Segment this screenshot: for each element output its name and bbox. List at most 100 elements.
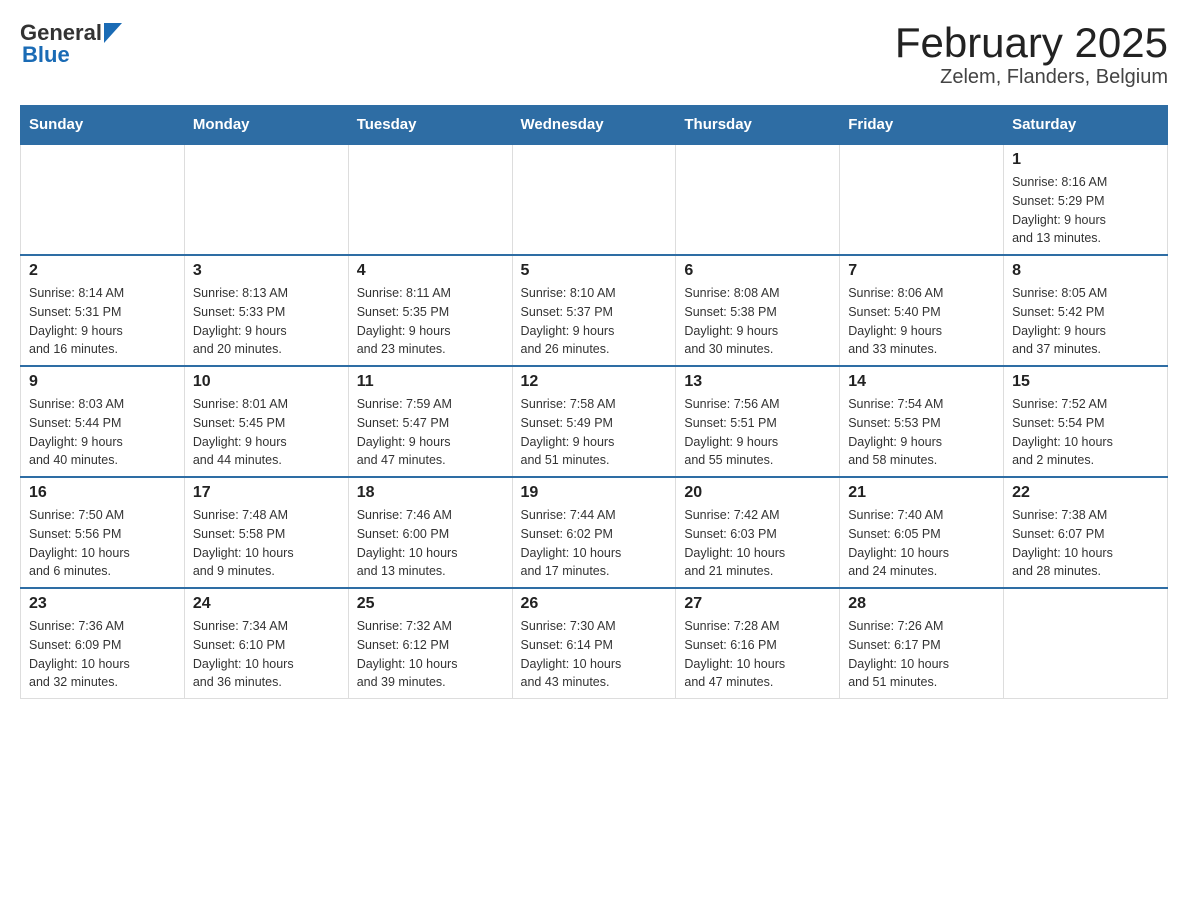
logo: General Blue <box>20 20 122 68</box>
calendar-header-tuesday: Tuesday <box>348 106 512 145</box>
calendar-day-cell: 24Sunrise: 7:34 AM Sunset: 6:10 PM Dayli… <box>184 588 348 699</box>
day-number: 1 <box>1012 151 1159 169</box>
day-number: 27 <box>684 595 831 613</box>
logo-blue-text: Blue <box>22 42 70 68</box>
day-info: Sunrise: 7:28 AM Sunset: 6:16 PM Dayligh… <box>684 617 831 692</box>
calendar-day-cell: 28 Sunrise: 7:26 AM Sunset: 6:17 PM Dayli… <box>840 588 1004 699</box>
calendar-day-cell: 13 Sunrise: 7:56 AM Sunset: 5:51 PM Dayli… <box>676 366 840 477</box>
calendar-day-cell: 1 Sunrise: 8:16 AM Sunset: 5:29 PM Daylig… <box>1004 144 1168 255</box>
day-number: 22 <box>1012 484 1159 502</box>
calendar-day-cell <box>348 144 512 255</box>
calendar-day-cell: 6 Sunrise: 8:08 AM Sunset: 5:38 PM Daylig… <box>676 255 840 366</box>
day-number: 26 <box>521 595 668 613</box>
calendar-day-cell: 16Sunrise: 7:50 AM Sunset: 5:56 PM Dayli… <box>21 477 185 588</box>
day-number: 7 <box>848 262 995 280</box>
day-number: 9 <box>29 373 176 391</box>
day-number: 13 <box>684 373 831 391</box>
day-info: Sunrise: 7:44 AM Sunset: 6:02 PM Dayligh… <box>521 506 668 581</box>
calendar-day-cell: 11 Sunrise: 7:59 AM Sunset: 5:47 PM Dayli… <box>348 366 512 477</box>
calendar-header-thursday: Thursday <box>676 106 840 145</box>
calendar-day-cell <box>1004 588 1168 699</box>
calendar-day-cell: 17 Sunrise: 7:48 AM Sunset: 5:58 PM Dayli… <box>184 477 348 588</box>
day-info: Sunrise: 8:16 AM Sunset: 5:29 PM Dayligh… <box>1012 173 1159 248</box>
calendar-day-cell: 8 Sunrise: 8:05 AM Sunset: 5:42 PM Daylig… <box>1004 255 1168 366</box>
day-number: 20 <box>684 484 831 502</box>
day-number: 18 <box>357 484 504 502</box>
day-number: 10 <box>193 373 340 391</box>
day-number: 14 <box>848 373 995 391</box>
day-number: 2 <box>29 262 176 280</box>
day-info: Sunrise: 7:50 AM Sunset: 5:56 PM Dayligh… <box>29 506 176 581</box>
day-number: 25 <box>357 595 504 613</box>
calendar-day-cell: 12 Sunrise: 7:58 AM Sunset: 5:49 PM Dayli… <box>512 366 676 477</box>
day-info: Sunrise: 8:08 AM Sunset: 5:38 PM Dayligh… <box>684 284 831 359</box>
calendar-day-cell <box>184 144 348 255</box>
day-number: 6 <box>684 262 831 280</box>
day-number: 4 <box>357 262 504 280</box>
calendar-day-cell: 3Sunrise: 8:13 AM Sunset: 5:33 PM Daylig… <box>184 255 348 366</box>
calendar-day-cell: 2 Sunrise: 8:14 AM Sunset: 5:31 PM Daylig… <box>21 255 185 366</box>
calendar-header-friday: Friday <box>840 106 1004 145</box>
day-number: 17 <box>193 484 340 502</box>
calendar-header-wednesday: Wednesday <box>512 106 676 145</box>
calendar-day-cell: 20 Sunrise: 7:42 AM Sunset: 6:03 PM Dayli… <box>676 477 840 588</box>
page-header: General Blue February 2025 Zelem, Flande… <box>20 20 1168 89</box>
day-info: Sunrise: 7:58 AM Sunset: 5:49 PM Dayligh… <box>521 395 668 470</box>
calendar-day-cell <box>21 144 185 255</box>
day-info: Sunrise: 7:59 AM Sunset: 5:47 PM Dayligh… <box>357 395 504 470</box>
day-number: 8 <box>1012 262 1159 280</box>
calendar-week-row: 16Sunrise: 7:50 AM Sunset: 5:56 PM Dayli… <box>21 477 1168 588</box>
calendar-day-cell <box>840 144 1004 255</box>
day-info: Sunrise: 7:36 AM Sunset: 6:09 PM Dayligh… <box>29 617 176 692</box>
calendar-day-cell: 18 Sunrise: 7:46 AM Sunset: 6:00 PM Dayli… <box>348 477 512 588</box>
day-info: Sunrise: 7:32 AM Sunset: 6:12 PM Dayligh… <box>357 617 504 692</box>
calendar-week-row: 9 Sunrise: 8:03 AM Sunset: 5:44 PM Daylig… <box>21 366 1168 477</box>
page-subtitle: Zelem, Flanders, Belgium <box>895 66 1168 89</box>
calendar-day-cell: 25 Sunrise: 7:32 AM Sunset: 6:12 PM Dayli… <box>348 588 512 699</box>
calendar-day-cell: 22 Sunrise: 7:38 AM Sunset: 6:07 PM Dayli… <box>1004 477 1168 588</box>
day-info: Sunrise: 7:34 AM Sunset: 6:10 PM Dayligh… <box>193 617 340 692</box>
day-info: Sunrise: 7:26 AM Sunset: 6:17 PM Dayligh… <box>848 617 995 692</box>
logo-triangle-icon <box>104 23 122 43</box>
day-info: Sunrise: 7:42 AM Sunset: 6:03 PM Dayligh… <box>684 506 831 581</box>
calendar-day-cell: 7Sunrise: 8:06 AM Sunset: 5:40 PM Daylig… <box>840 255 1004 366</box>
day-info: Sunrise: 7:52 AM Sunset: 5:54 PM Dayligh… <box>1012 395 1159 470</box>
day-info: Sunrise: 8:05 AM Sunset: 5:42 PM Dayligh… <box>1012 284 1159 359</box>
day-info: Sunrise: 8:10 AM Sunset: 5:37 PM Dayligh… <box>521 284 668 359</box>
calendar-day-cell: 27 Sunrise: 7:28 AM Sunset: 6:16 PM Dayli… <box>676 588 840 699</box>
day-number: 15 <box>1012 373 1159 391</box>
calendar-day-cell: 21Sunrise: 7:40 AM Sunset: 6:05 PM Dayli… <box>840 477 1004 588</box>
day-info: Sunrise: 8:14 AM Sunset: 5:31 PM Dayligh… <box>29 284 176 359</box>
calendar-week-row: 23 Sunrise: 7:36 AM Sunset: 6:09 PM Dayli… <box>21 588 1168 699</box>
day-info: Sunrise: 8:01 AM Sunset: 5:45 PM Dayligh… <box>193 395 340 470</box>
calendar-header-sunday: Sunday <box>21 106 185 145</box>
day-info: Sunrise: 7:38 AM Sunset: 6:07 PM Dayligh… <box>1012 506 1159 581</box>
day-info: Sunrise: 7:56 AM Sunset: 5:51 PM Dayligh… <box>684 395 831 470</box>
day-number: 28 <box>848 595 995 613</box>
calendar-day-cell: 26 Sunrise: 7:30 AM Sunset: 6:14 PM Dayli… <box>512 588 676 699</box>
day-info: Sunrise: 7:46 AM Sunset: 6:00 PM Dayligh… <box>357 506 504 581</box>
calendar-header-monday: Monday <box>184 106 348 145</box>
day-info: Sunrise: 7:40 AM Sunset: 6:05 PM Dayligh… <box>848 506 995 581</box>
day-number: 5 <box>521 262 668 280</box>
calendar-day-cell: 14Sunrise: 7:54 AM Sunset: 5:53 PM Dayli… <box>840 366 1004 477</box>
day-number: 23 <box>29 595 176 613</box>
calendar-day-cell: 4Sunrise: 8:11 AM Sunset: 5:35 PM Daylig… <box>348 255 512 366</box>
page-title: February 2025 <box>895 20 1168 66</box>
day-info: Sunrise: 8:13 AM Sunset: 5:33 PM Dayligh… <box>193 284 340 359</box>
calendar-week-row: 1 Sunrise: 8:16 AM Sunset: 5:29 PM Daylig… <box>21 144 1168 255</box>
day-info: Sunrise: 7:30 AM Sunset: 6:14 PM Dayligh… <box>521 617 668 692</box>
calendar-day-cell <box>512 144 676 255</box>
calendar-day-cell: 5 Sunrise: 8:10 AM Sunset: 5:37 PM Daylig… <box>512 255 676 366</box>
calendar-day-cell <box>676 144 840 255</box>
calendar-day-cell: 19 Sunrise: 7:44 AM Sunset: 6:02 PM Dayli… <box>512 477 676 588</box>
day-info: Sunrise: 8:03 AM Sunset: 5:44 PM Dayligh… <box>29 395 176 470</box>
calendar-header-saturday: Saturday <box>1004 106 1168 145</box>
day-number: 12 <box>521 373 668 391</box>
day-number: 19 <box>521 484 668 502</box>
calendar-week-row: 2 Sunrise: 8:14 AM Sunset: 5:31 PM Daylig… <box>21 255 1168 366</box>
calendar-table: SundayMondayTuesdayWednesdayThursdayFrid… <box>20 105 1168 699</box>
day-number: 11 <box>357 373 504 391</box>
day-info: Sunrise: 7:48 AM Sunset: 5:58 PM Dayligh… <box>193 506 340 581</box>
title-area: February 2025 Zelem, Flanders, Belgium <box>895 20 1168 89</box>
